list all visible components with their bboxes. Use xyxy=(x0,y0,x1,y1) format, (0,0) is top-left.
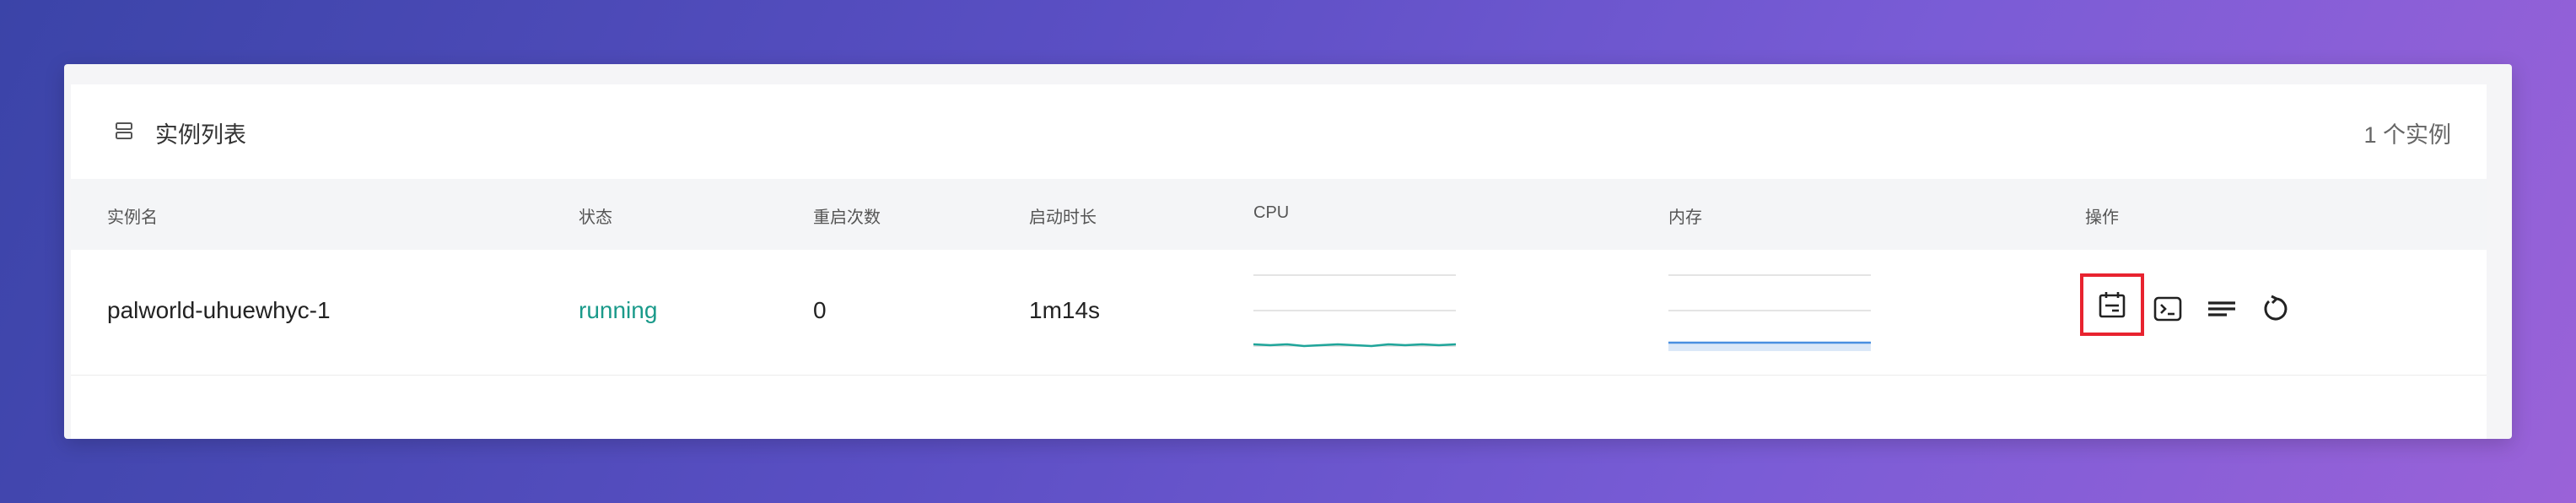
logs-button[interactable] xyxy=(2205,292,2239,326)
logs-icon xyxy=(2208,301,2235,316)
col-actions: 操作 xyxy=(2085,208,2119,227)
instance-count: 1 个实例 xyxy=(2363,122,2451,148)
cpu-sparkline xyxy=(1253,274,1456,348)
terminal-icon xyxy=(2153,296,2182,322)
card-title: 实例列表 xyxy=(155,122,246,148)
instance-card: 实例列表 1 个实例 实例名 状态 重启次数 启动时长 CPU 内存 操作 pa… xyxy=(71,84,2487,439)
instance-panel: 实例列表 1 个实例 实例名 状态 重启次数 启动时长 CPU 内存 操作 pa… xyxy=(64,64,2512,439)
col-restarts: 重启次数 xyxy=(813,208,881,227)
terminal-button[interactable] xyxy=(2151,292,2185,326)
col-status: 状态 xyxy=(579,208,612,227)
calendar-icon xyxy=(2099,292,2126,318)
table-header: 实例名 状态 重启次数 启动时长 CPU 内存 操作 xyxy=(71,179,2487,250)
status-badge: running xyxy=(579,297,658,323)
card-header: 实例列表 1 个实例 xyxy=(71,84,2487,179)
restart-button[interactable] xyxy=(2259,292,2293,326)
memory-sparkline xyxy=(1668,274,1871,351)
list-icon xyxy=(116,122,132,139)
uptime-value: 1m14s xyxy=(1029,297,1101,323)
col-memory: 内存 xyxy=(1668,208,1702,227)
col-name: 实例名 xyxy=(107,208,158,227)
restart-icon xyxy=(2264,295,2288,321)
table-row[interactable]: palworld-uhuewhyc-1 running 0 1m14s xyxy=(71,250,2487,376)
schedule-button[interactable] xyxy=(2080,273,2144,336)
restart-count: 0 xyxy=(813,297,827,323)
col-uptime: 启动时长 xyxy=(1029,208,1097,227)
instance-name: palworld-uhuewhyc-1 xyxy=(107,297,331,323)
col-cpu: CPU xyxy=(1253,203,1290,222)
